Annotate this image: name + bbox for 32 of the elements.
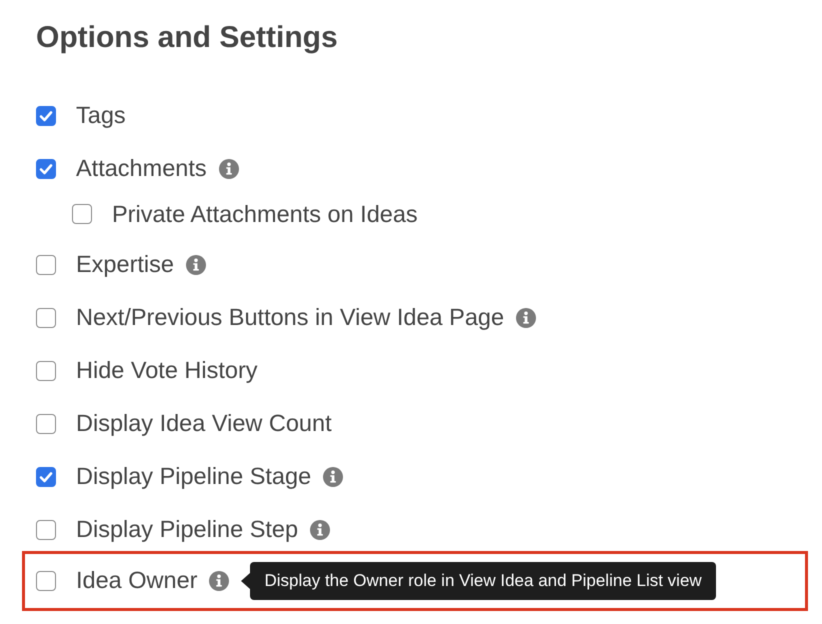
- option-label: Display Idea View Count: [76, 410, 332, 437]
- tooltip: Display the Owner role in View Idea and Pipeline List view: [250, 562, 716, 600]
- info-icon[interactable]: [218, 158, 239, 178]
- info-icon[interactable]: [323, 466, 344, 486]
- info-icon[interactable]: [209, 570, 230, 590]
- option-label: Hide Vote History: [76, 357, 258, 384]
- tooltip-pointer-icon: [241, 572, 250, 588]
- option-label: Attachments: [76, 155, 207, 182]
- option-label: Display Pipeline Stage: [76, 463, 312, 490]
- option-label: Tags: [76, 102, 126, 129]
- option-label: Private Attachments on Ideas: [112, 200, 418, 228]
- info-icon[interactable]: [516, 308, 536, 328]
- info-icon[interactable]: [310, 520, 330, 540]
- checkbox[interactable]: [36, 308, 56, 328]
- option-label: Next/Previous Buttons in View Idea Page: [76, 304, 504, 331]
- option-label: Expertise: [76, 251, 174, 278]
- section-title: Options and Settings: [36, 20, 338, 56]
- checkbox[interactable]: [72, 204, 92, 224]
- check-icon: [39, 470, 53, 482]
- checkbox[interactable]: [36, 520, 56, 540]
- checkbox[interactable]: [36, 414, 56, 434]
- checkbox[interactable]: [36, 106, 56, 126]
- checkbox[interactable]: [36, 570, 56, 590]
- check-icon: [39, 162, 53, 174]
- option-label: Display Pipeline Step: [76, 516, 298, 543]
- checkbox[interactable]: [36, 254, 56, 274]
- info-icon[interactable]: [186, 254, 206, 274]
- checkbox[interactable]: [36, 360, 56, 380]
- checkbox[interactable]: [36, 158, 56, 178]
- checkbox[interactable]: [36, 466, 56, 486]
- check-icon: [39, 110, 53, 122]
- option-label: Idea Owner: [76, 567, 198, 594]
